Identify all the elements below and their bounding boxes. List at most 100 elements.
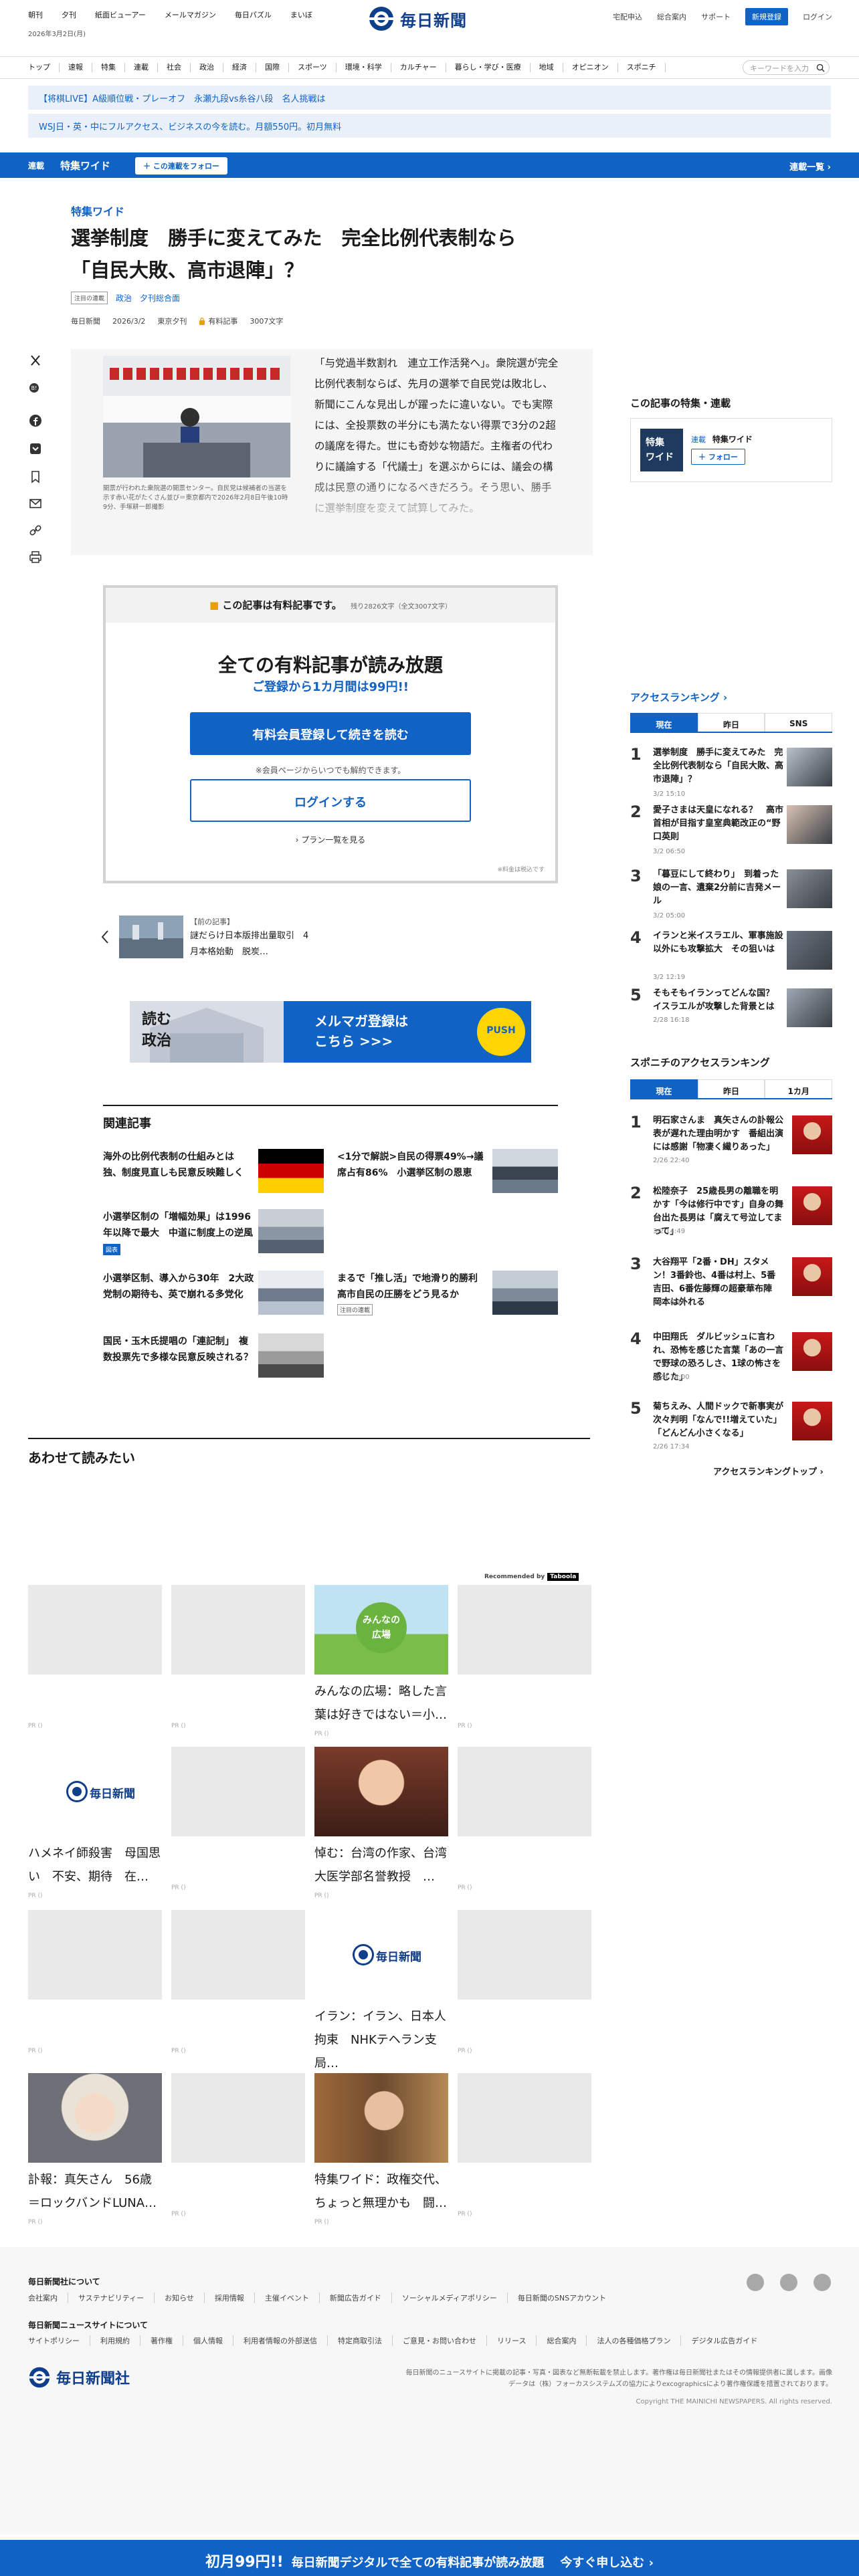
related-item[interactable]: 国民・玉木氏提唱の「連記制」 複数投票先で多様な民意反映される？	[103, 1333, 324, 1380]
nav-item[interactable]: オピニオン	[572, 63, 618, 72]
header-link[interactable]: 朝刊	[28, 9, 43, 20]
taboola-logo[interactable]: Taboola	[547, 1573, 579, 1581]
delivery-link[interactable]: 宅配申込	[613, 11, 642, 22]
promo-link-shogi[interactable]: 【将棋LIVE】A級順位戦・プレーオフ 永瀬九段vs糸谷八段 名人挑戦は	[28, 86, 831, 110]
article-series[interactable]: 特集ワイド	[71, 203, 124, 219]
tab-sponichi-month[interactable]: 1カ月	[765, 1079, 833, 1098]
nav-item[interactable]: トップ	[28, 63, 60, 72]
nav-item[interactable]: 経済	[232, 63, 256, 72]
facebook-share-icon[interactable]	[28, 413, 43, 428]
nav-item[interactable]: スポーツ	[298, 63, 337, 72]
nav-item[interactable]: 環境・科学	[345, 63, 391, 72]
facebook-footer-icon[interactable]	[780, 2274, 797, 2291]
link-copy-icon[interactable]	[28, 523, 43, 538]
series-title[interactable]: 特集ワイド	[60, 158, 110, 173]
footer-link[interactable]: ご意見・お問い合わせ	[403, 2335, 487, 2346]
recommend-card[interactable]: PR ()	[458, 1910, 591, 2054]
footer-link[interactable]: ソーシャルメディアポリシー	[402, 2292, 508, 2303]
recommend-card[interactable]: PR ()	[458, 1585, 591, 1729]
sponichi-item[interactable]: 3 大谷翔平「2番・DH」スタメン！3番鈴也、4番は村上、5番吉田、6番佐藤輝の超…	[630, 1255, 832, 1316]
footer-link[interactable]: 特定商取引法	[338, 2335, 393, 2346]
recommend-card[interactable]: PR ()	[28, 1910, 162, 2054]
related-item[interactable]: まるで「推し活」で地滑り的勝利 高市自民の圧勝をどう見るか 注目の連載	[337, 1271, 558, 1317]
youtube-footer-icon[interactable]	[814, 2274, 831, 2291]
register-button[interactable]: 新規登録	[745, 8, 788, 25]
recommend-card[interactable]: 特集ワイド：政権交代、ちょっと無理かも 闘… PR ()	[314, 2073, 448, 2226]
footer-link[interactable]: お知らせ	[165, 2292, 205, 2303]
x-share-icon[interactable]	[28, 353, 43, 368]
nav-item[interactable]: 暮らし・学び・医療	[455, 63, 531, 72]
footer-link[interactable]: 主催イベント	[265, 2292, 320, 2303]
prev-article-title[interactable]: 謎だらけ日本版排出量取引 4月本格始動 脱炭…	[190, 928, 317, 960]
sponichi-item[interactable]: 1 明石家さんま 真矢さんの訃報公表が遅れた理由明かす 番組出演には感謝「物凄く繊…	[630, 1113, 832, 1174]
footer-link[interactable]: 会社案内	[28, 2292, 68, 2303]
ranking-top-link[interactable]: アクセスランキングトップ ›	[713, 1465, 824, 1477]
footer-link[interactable]: 新聞広告ガイド	[330, 2292, 392, 2303]
paywall-login-button[interactable]: ログインする	[190, 779, 471, 822]
nav-item[interactable]: 特集	[101, 63, 125, 72]
ranking-item[interactable]: 5 そもそもイランってどんな国？ イスラエルが攻撃した背景とは 2/28 16:18	[630, 986, 832, 1047]
tab-ranking-yesterday[interactable]: 昨日	[697, 713, 765, 732]
recommend-card[interactable]: 訃報：真矢さん 56歳＝ロックバンドLUNA… PR ()	[28, 2073, 162, 2226]
nav-item[interactable]: 速報	[68, 63, 92, 72]
footer-link[interactable]: 毎日新聞のSNSアカウント	[518, 2292, 616, 2303]
related-item[interactable]: 海外の比例代表制の仕組みとは 独、制度見直しも民意反映難しく	[103, 1149, 324, 1196]
footer-link[interactable]: 利用規約	[100, 2335, 140, 2346]
recommend-card[interactable]: PR ()	[28, 1585, 162, 1729]
nav-item[interactable]: 社会	[167, 63, 191, 72]
recommend-card[interactable]: 毎日新聞イラン：イラン、日本人拘束 NHKテヘラン支局…PR ()	[314, 1910, 448, 2086]
tag-evening-edition[interactable]: 夕刊総合面	[140, 292, 180, 304]
search-icon[interactable]	[816, 64, 825, 72]
recommend-card[interactable]: PR ()	[458, 1747, 591, 1891]
related-item[interactable]: 小選挙区制、導入から30年 2大政党制の期待も、英で崩れる多党化	[103, 1271, 324, 1317]
promo-link-wsj[interactable]: WSJ日・英・中にフルアクセス、ビジネスの今を読む。月額550円。初月無料	[28, 114, 831, 138]
mail-share-icon[interactable]	[28, 496, 43, 511]
ranking-item[interactable]: 1 選挙制度 勝手に変えてみた 完全比例代表制なら「自民大敗、高市退陣」？ 3/2 …	[630, 745, 832, 807]
recommend-card[interactable]: みんなの 広場 みんなの広場：略した言葉は好きではない＝小… PR ()	[314, 1585, 448, 1737]
site-logo[interactable]: 毎日新聞	[368, 5, 467, 32]
special-series-box[interactable]: 特集 ワイド 連載 特集ワイド ＋ フォロー	[630, 418, 832, 482]
subscribe-cta-bar[interactable]: 初月99円!! 毎日新聞デジタルで全ての有料記事が読み放題 今すぐ申し込む ›	[0, 2540, 859, 2576]
nav-item[interactable]: 地域	[539, 63, 563, 72]
bookmark-icon[interactable]	[28, 469, 43, 484]
lead-photo[interactable]	[103, 356, 290, 477]
recommend-card[interactable]: PR ()	[171, 2073, 305, 2218]
nav-item[interactable]: 政治	[199, 63, 223, 72]
x-footer-icon[interactable]	[747, 2274, 764, 2291]
tab-ranking-now[interactable]: 現在	[630, 713, 698, 732]
follow-series-button[interactable]: ＋ この連載をフォロー	[135, 157, 227, 175]
pocket-share-icon[interactable]	[28, 441, 43, 456]
series-list-link[interactable]: 連載一覧 ›	[789, 160, 831, 173]
footer-logo[interactable]: 毎日新聞社	[28, 2366, 130, 2389]
footer-link[interactable]: 著作権	[151, 2335, 183, 2346]
ranking-item[interactable]: 4 イランと米イスラエル、軍事施設以外にも攻撃拡大 その狙いは 3/2 12:19	[630, 928, 832, 990]
footer-link[interactable]: サイトポリシー	[28, 2335, 90, 2346]
footer-link[interactable]: 総合案内	[547, 2335, 587, 2346]
header-link[interactable]: まいぼ	[290, 9, 312, 20]
header-link[interactable]: 紙面ビューアー	[95, 9, 146, 20]
nav-item[interactable]: カルチャー	[400, 63, 446, 72]
sponichi-item[interactable]: 2 松陸奈子 25歳長男の離職を明かす「今は修行中です」自身の舞台出た長男は「腐え…	[630, 1184, 832, 1245]
header-link[interactable]: メールマガジン	[165, 9, 216, 20]
footer-link[interactable]: 個人情報	[193, 2335, 233, 2346]
special-follow-button[interactable]: ＋ フォロー	[691, 449, 745, 465]
tab-sponichi-yesterday[interactable]: 昨日	[697, 1079, 765, 1098]
tag-politics[interactable]: 政治	[116, 292, 132, 304]
search-input[interactable]: キーワードを入力	[743, 60, 830, 75]
footer-link[interactable]: デジタル広告ガイド	[691, 2335, 767, 2346]
related-item[interactable]: <1分で解説>自民の得票49%→議席占有86% 小選挙区制の恩恵	[337, 1149, 558, 1196]
login-link[interactable]: ログイン	[803, 11, 832, 22]
nav-item[interactable]: 連載	[134, 63, 158, 72]
header-link[interactable]: 夕刊	[62, 9, 76, 20]
prev-article-thumb[interactable]	[119, 916, 183, 958]
footer-link[interactable]: 採用情報	[215, 2292, 255, 2303]
cta-apply-link[interactable]: 今すぐ申し込む ›	[560, 2556, 654, 2570]
tab-sponichi-now[interactable]: 現在	[630, 1079, 698, 1098]
nav-item[interactable]: 国際	[265, 63, 289, 72]
register-to-read-button[interactable]: 有料会員登録して続きを読む	[190, 712, 471, 755]
related-item[interactable]: 小選挙区制の「増幅効果」は1996年以降で最大 中道に制度上の逆風 図表	[103, 1209, 324, 1256]
plan-list-link[interactable]: › プラン一覧を見る	[106, 834, 555, 845]
footer-link[interactable]: サステナビリティー	[78, 2292, 155, 2303]
recommend-card[interactable]: 悼む：台湾の作家、台湾大医学部名誉教授 … PR ()	[314, 1747, 448, 1899]
ranking-item[interactable]: 3 「暮豆にして終わり」 到着った娘の一言、遺棄2分前に吉発メール 3/2 05:0…	[630, 867, 832, 928]
